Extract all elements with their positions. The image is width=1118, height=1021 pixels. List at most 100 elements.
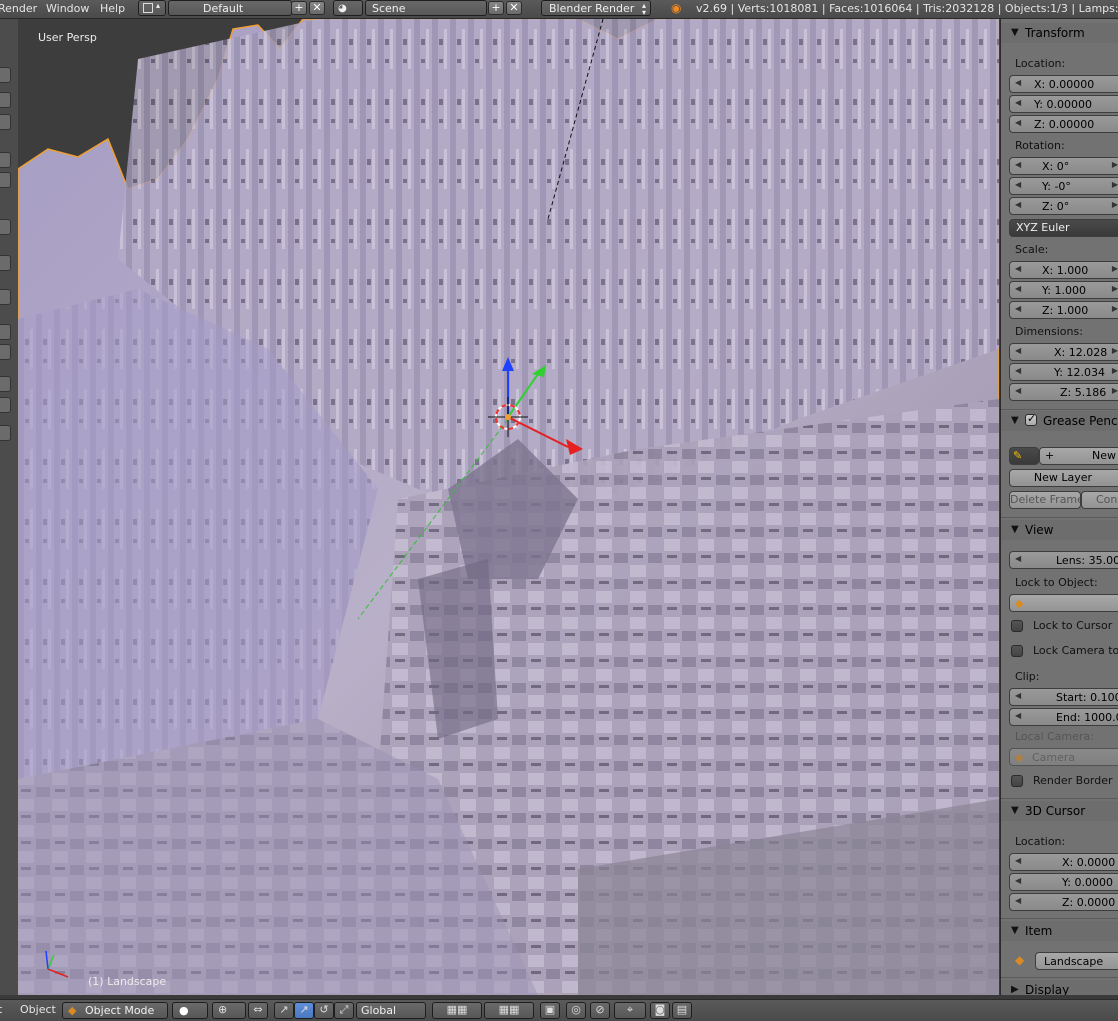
3d-cursor-section-header[interactable]: ▼ 3D Cursor	[1001, 801, 1118, 821]
translate-manipulator-icon[interactable]: ↗	[274, 1002, 294, 1019]
menu-help[interactable]: Help	[100, 2, 125, 15]
tool-tab[interactable]	[0, 376, 11, 392]
rotation-y-field[interactable]: ◀ Y: -0° ▶	[1009, 177, 1118, 195]
scene-type-button[interactable]: ◕	[333, 0, 363, 16]
tool-tab[interactable]	[0, 397, 11, 413]
lock-layers-icon[interactable]: ▣	[540, 1002, 560, 1019]
3d-view-header: t Object ◆ Object Mode ● ⊕ ⇔ ↗ ↗ ↺ ⤢ Glo…	[0, 999, 1118, 1021]
tool-tab[interactable]	[0, 425, 11, 441]
tool-tab[interactable]	[0, 324, 11, 340]
lock-object-field[interactable]: ◆	[1009, 594, 1118, 612]
new-label: New	[1092, 449, 1116, 462]
tool-tab[interactable]	[0, 172, 11, 188]
layout-name: Default	[203, 2, 244, 15]
checkbox[interactable]	[1011, 645, 1023, 657]
collapse-triangle-icon: ▼	[1011, 524, 1019, 535]
pivot-icon: ⊕	[218, 1003, 228, 1016]
new-grease-pencil-button[interactable]: + New	[1039, 447, 1118, 465]
rotate-manipulator-icon[interactable]: ↺	[314, 1002, 334, 1019]
info-header: Render Window Help ▴ Default + ✕ ◕ Scene…	[0, 0, 1118, 19]
layers-grid-icon[interactable]: ▦▦	[484, 1002, 534, 1019]
tool-tab[interactable]	[0, 114, 11, 130]
rotation-z-field[interactable]: ◀ Z: 0° ▶	[1009, 197, 1118, 215]
dimensions-x-field[interactable]: ◀ X: 12.028 ▶	[1009, 343, 1118, 361]
clip-start-field[interactable]: ◀ Start: 0.100	[1009, 688, 1118, 706]
cursor-x-field[interactable]: ◀ X: 0.0000	[1009, 853, 1118, 871]
properties-region[interactable]: ▼ Transform Location: ◀ X: 0.00000 ◀ Y: 0.…	[1000, 19, 1118, 995]
cursor-y-field[interactable]: ◀ Y: 0.0000	[1009, 873, 1118, 891]
transform-section-header[interactable]: ▼ Transform	[1001, 23, 1118, 43]
collapse-triangle-icon: ▼	[1011, 805, 1019, 816]
mode-selector[interactable]: ◆ Object Mode	[62, 1002, 168, 1019]
tool-tab[interactable]	[0, 219, 11, 235]
convert-button[interactable]: Convert	[1081, 491, 1118, 509]
menu-object[interactable]: Object	[20, 1003, 56, 1016]
view-name-label: User Persp	[38, 31, 97, 44]
location-x-field[interactable]: ◀ X: 0.00000	[1009, 75, 1118, 93]
layout-selector[interactable]: Default	[168, 0, 292, 16]
viewport-shading-selector[interactable]: ●	[172, 1002, 208, 1019]
pencil-icon[interactable]: ✎	[1009, 447, 1039, 465]
item-section-header[interactable]: ▼ Item	[1001, 921, 1118, 941]
render-preview-icon[interactable]: ◙	[650, 1002, 670, 1019]
blender-logo-icon: ◉	[671, 1, 682, 15]
tool-tab[interactable]	[0, 152, 11, 168]
clip-end-field[interactable]: ◀End: 1000.000	[1009, 708, 1118, 726]
menu-window[interactable]: Window	[46, 2, 89, 15]
render-animation-icon[interactable]: ▤	[672, 1002, 692, 1019]
object-name-field[interactable]: Landscape	[1035, 952, 1118, 970]
grease-pencil-section-header[interactable]: ▼ ✓ Grease Pencil	[1001, 411, 1118, 431]
object-cube-icon: ◆	[1015, 597, 1024, 610]
checkbox[interactable]	[1011, 620, 1023, 632]
section-title: 3D Cursor	[1025, 804, 1086, 818]
manipulator-toggle-icon[interactable]: ⇔	[248, 1002, 268, 1019]
dimensions-z-field[interactable]: ◀ Z: 5.186 ▶	[1009, 383, 1118, 401]
scene-selector[interactable]: Scene	[365, 0, 487, 16]
tool-tab[interactable]	[0, 344, 11, 360]
render-border-label: Render Border	[1033, 774, 1113, 787]
scale-y-field[interactable]: ◀ Y: 1.000 ▶	[1009, 281, 1118, 299]
delete-frame-button[interactable]: Delete Frame	[1009, 491, 1081, 509]
lens-field[interactable]: ◀Lens: 35.000	[1009, 551, 1118, 569]
layout-type-button[interactable]: ▴	[138, 0, 166, 16]
scene-icon: ◕	[338, 3, 347, 14]
remove-layout-button[interactable]: ✕	[309, 1, 325, 15]
render-engine-selector[interactable]: Blender Render ▴ ▾	[541, 0, 651, 17]
scale-x-field[interactable]: ◀ X: 1.000 ▶	[1009, 261, 1118, 279]
scale-manipulator-icon[interactable]: ⤢	[334, 1002, 354, 1019]
tool-tab[interactable]	[0, 255, 11, 271]
add-layout-button[interactable]: +	[291, 1, 307, 15]
local-camera-field[interactable]: ◆ Camera	[1009, 748, 1118, 766]
transform-orientation-selector[interactable]: Global	[356, 1002, 426, 1019]
3d-viewport[interactable]: User Persp (1) Landscape	[18, 19, 999, 995]
scale-z-field[interactable]: ◀ Z: 1.000 ▶	[1009, 301, 1118, 319]
move-manipulator-icon[interactable]: ↗	[294, 1002, 314, 1019]
layers-grid-icon[interactable]: ▦▦	[432, 1002, 482, 1019]
snap-element-icon[interactable]: ⊘	[590, 1002, 610, 1019]
location-z-field[interactable]: ◀ Z: 0.00000	[1009, 115, 1118, 133]
object-cube-icon: ◆	[1015, 953, 1025, 967]
tool-tab[interactable]	[0, 67, 11, 83]
dimensions-y-field[interactable]: ◀ Y: 12.034 ▶	[1009, 363, 1118, 381]
remove-scene-button[interactable]: ✕	[506, 1, 522, 15]
display-section-header[interactable]: ▶ Display	[1001, 980, 1118, 995]
layout-grid-icon	[143, 3, 153, 13]
view-section-header[interactable]: ▼ View	[1001, 520, 1118, 540]
pivot-point-selector[interactable]: ⊕	[212, 1002, 246, 1019]
grease-pencil-enable-checkbox[interactable]: ✓	[1025, 412, 1037, 426]
rotation-mode-dropdown[interactable]: XYZ Euler	[1009, 219, 1118, 237]
tool-tab[interactable]	[0, 92, 11, 108]
location-y-field[interactable]: ◀ Y: 0.00000	[1009, 95, 1118, 113]
clip-label: Clip:	[1015, 670, 1040, 683]
checkbox[interactable]	[1011, 775, 1023, 787]
snap-target-icon[interactable]: ⌖	[614, 1002, 646, 1019]
menu-select-fragment[interactable]: t	[0, 1003, 2, 1016]
new-layer-button[interactable]: New Layer	[1009, 469, 1118, 487]
tool-tab[interactable]	[0, 289, 11, 305]
cursor-z-field[interactable]: ◀ Z: 0.0000	[1009, 893, 1118, 911]
dimensions-label: Dimensions:	[1015, 325, 1083, 338]
rotation-x-field[interactable]: ◀ X: 0° ▶	[1009, 157, 1118, 175]
proportional-edit-icon[interactable]: ◎	[566, 1002, 586, 1019]
add-scene-button[interactable]: +	[488, 1, 504, 15]
menu-render[interactable]: Render	[0, 2, 37, 15]
